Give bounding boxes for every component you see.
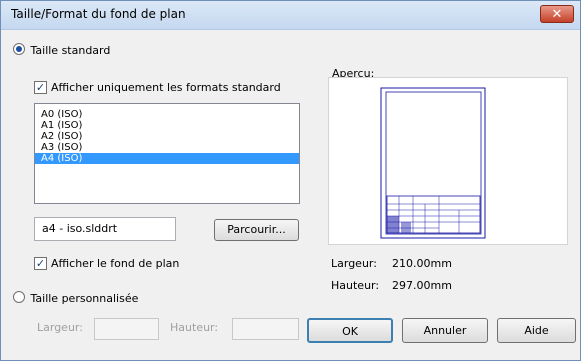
format-list-item[interactable]: A4 (ISO) <box>35 153 299 164</box>
preview-height-label: Hauteur: <box>331 279 380 292</box>
close-button[interactable]: ✕ <box>540 5 574 23</box>
show-sheet-label: Afficher le fond de plan <box>51 257 180 270</box>
title-block-shading <box>387 216 399 233</box>
checkmark-icon: ✓ <box>35 81 46 94</box>
standard-formats-only-label: Afficher uniquement les formats standard <box>51 81 281 94</box>
title-bar[interactable]: Taille/Format du fond de plan ✕ <box>1 1 580 30</box>
preview-width-label: Largeur: <box>331 257 377 270</box>
close-icon: ✕ <box>551 7 563 22</box>
preview-width-value: 210.00mm <box>392 257 452 270</box>
dialog-window: Taille/Format du fond de plan ✕ Taille s… <box>0 0 581 361</box>
sheet-format-file-value: a4 - iso.slddrt <box>42 222 118 235</box>
format-list[interactable]: A0 (ISO) A1 (ISO) A2 (ISO) A3 (ISO) A4 (ISO) <box>34 103 300 204</box>
custom-height-label: Hauteur: <box>170 321 219 334</box>
format-list-item[interactable]: A2 (ISO) <box>35 131 299 142</box>
format-list-item[interactable]: A0 (ISO) <box>35 109 299 120</box>
custom-size-radio[interactable] <box>13 291 25 303</box>
help-button[interactable]: Aide <box>497 318 576 343</box>
show-sheet-checkbox[interactable]: ✓ <box>34 257 47 270</box>
custom-size-option[interactable]: Taille personnalisée <box>13 290 139 305</box>
standard-size-radio[interactable] <box>13 43 25 55</box>
sheet-preview-image <box>380 87 486 239</box>
preview-panel <box>328 77 568 245</box>
custom-width-label: Largeur: <box>37 321 83 334</box>
dialog-title: Taille/Format du fond de plan <box>11 7 186 21</box>
title-block-shading <box>401 222 411 233</box>
sheet-outline <box>380 87 486 239</box>
format-list-item[interactable]: A3 (ISO) <box>35 142 299 153</box>
custom-size-label: Taille personnalisée <box>30 292 139 305</box>
preview-height-value: 297.00mm <box>392 279 452 292</box>
standard-formats-only-checkbox[interactable]: ✓ <box>34 81 47 94</box>
sheet-format-file-input[interactable]: a4 - iso.slddrt <box>34 217 176 241</box>
cancel-button[interactable]: Annuler <box>402 318 488 343</box>
custom-width-input[interactable] <box>94 318 159 340</box>
format-list-item[interactable]: A1 (ISO) <box>35 120 299 131</box>
ok-button[interactable]: OK <box>307 318 393 343</box>
checkmark-icon: ✓ <box>35 257 46 270</box>
browse-button[interactable]: Parcourir... <box>214 219 299 241</box>
standard-size-label: Taille standard <box>30 44 111 57</box>
standard-size-option[interactable]: Taille standard <box>13 42 111 57</box>
custom-height-input[interactable] <box>232 318 299 340</box>
